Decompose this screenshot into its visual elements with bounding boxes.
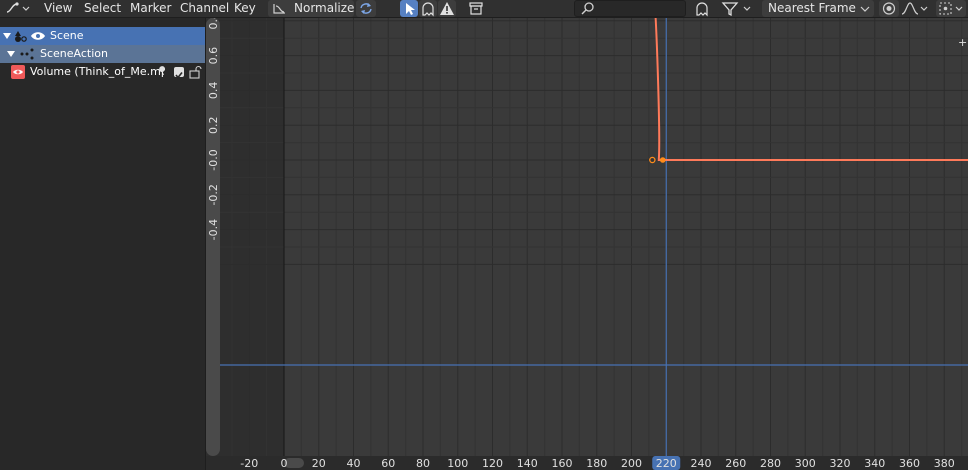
action-icon [20,48,34,60]
x-tick-label: 280 [760,457,781,470]
only-include-visible-button[interactable] [692,0,712,17]
normalize-label: Normalize [294,1,355,15]
y-tick-label: 0.8 [207,18,220,30]
modifier-wrench-icon[interactable] [155,65,169,79]
menu-marker[interactable]: Marker [130,0,171,17]
channel-scene-label: Scene [50,29,84,42]
channel-enabled-checkbox[interactable] [174,67,184,79]
show-hidden-toggle[interactable] [419,0,437,17]
x-tick-label: 0 [281,457,288,470]
y-tick-label: -0.0 [207,149,220,170]
menu-view[interactable]: View [44,0,72,17]
x-tick-label: 180 [586,457,607,470]
refresh-icon [360,3,372,14]
graph-editor-header: View Select Marker Channel Key Normalize [0,0,968,18]
chevron-down-icon [860,6,870,12]
y-tick-label: -0.4 [207,219,220,240]
channel-action[interactable]: SceneAction [0,45,205,63]
x-tick-label: 360 [899,457,920,470]
menu-select[interactable]: Select [84,0,121,17]
graph-background [206,18,968,470]
editor-type-button[interactable] [4,0,30,17]
x-tick-label: 260 [725,457,746,470]
x-tick-label: 300 [795,457,816,470]
disclosure-triangle-icon[interactable] [5,45,19,63]
proportional-falloff-dropdown[interactable] [900,0,930,17]
y-tick-label: 0.6 [207,47,220,65]
normalize-icon [273,4,285,14]
proportional-editing-toggle[interactable] [879,0,899,17]
filter-icon [721,2,751,17]
x-tick-label: 380 [934,457,955,470]
x-tick-label: 100 [447,457,468,470]
x-tick-label: 320 [830,457,851,470]
x-tick-label: 80 [416,457,430,470]
search-field[interactable] [574,0,686,17]
x-tick-label: 120 [482,457,503,470]
search-icon [581,2,594,15]
menu-key[interactable]: Key [234,0,256,17]
speaker-eye-icon [13,69,23,75]
x-tick-label: 200 [621,457,642,470]
x-tick-label: 40 [347,457,361,470]
proportional-editing-icon [882,2,896,15]
sidebar-toggle-icon[interactable]: + [958,36,967,49]
checkmark-icon [175,72,183,79]
cursor-icon [406,3,415,15]
fcurve-color-swatch [11,65,25,79]
x-tick-label: 60 [381,457,395,470]
falloff-curve-icon [901,2,928,15]
snap-mode-dropdown[interactable]: Nearest Frame [762,0,874,17]
eye-icon[interactable] [30,27,46,45]
ghost-icon [696,2,708,17]
fcurve-graph[interactable]: 1.61.41.21.00.80.60.40.2-0.0-0.2-0.4-200… [206,18,968,470]
lock-icon[interactable] [188,65,202,79]
y-tick-label: 0.4 [207,82,220,100]
normalize-toggle[interactable]: Normalize [268,0,354,17]
snap-mode-label: Nearest Frame [768,1,856,15]
x-tick-label: 140 [517,457,538,470]
channel-volume-label: Volume (Think_of_Me.mp [30,65,164,78]
x-tick-label: 340 [864,457,885,470]
pivot-icon [939,2,963,15]
warning-icon [440,2,454,15]
only-errors-toggle[interactable] [438,0,456,17]
x-tick-label: 20 [312,457,326,470]
channel-scene[interactable]: Scene [0,27,205,45]
scene-icon [15,31,27,42]
x-tick-label: 240 [691,457,712,470]
x-tick-label: -20 [240,457,258,470]
auto-normalize-button[interactable] [356,0,376,17]
archive-icon [469,2,483,15]
keyframe-point[interactable] [659,157,666,163]
filter-collection-button[interactable] [466,0,486,17]
pivot-point-dropdown[interactable] [936,0,966,17]
y-tick-label: -0.2 [207,184,220,205]
menu-channel[interactable]: Channel [180,0,229,17]
filter-dropdown[interactable] [720,0,756,17]
graph-view[interactable]: 1.61.41.21.00.80.60.40.2-0.0-0.2-0.4-200… [206,18,968,470]
only-selected-toggle[interactable] [400,0,418,17]
x-tick-label: 160 [552,457,573,470]
channel-region: Scene SceneAction Volume (Think_of_Me.mp [0,18,206,470]
graph-editor-icon [6,2,30,13]
y-tick-label: 0.2 [207,116,220,134]
channel-volume[interactable]: Volume (Think_of_Me.mp [0,63,205,81]
channel-action-label: SceneAction [40,47,108,60]
ghost-icon [422,2,434,17]
current-frame-label: 220 [656,457,677,470]
